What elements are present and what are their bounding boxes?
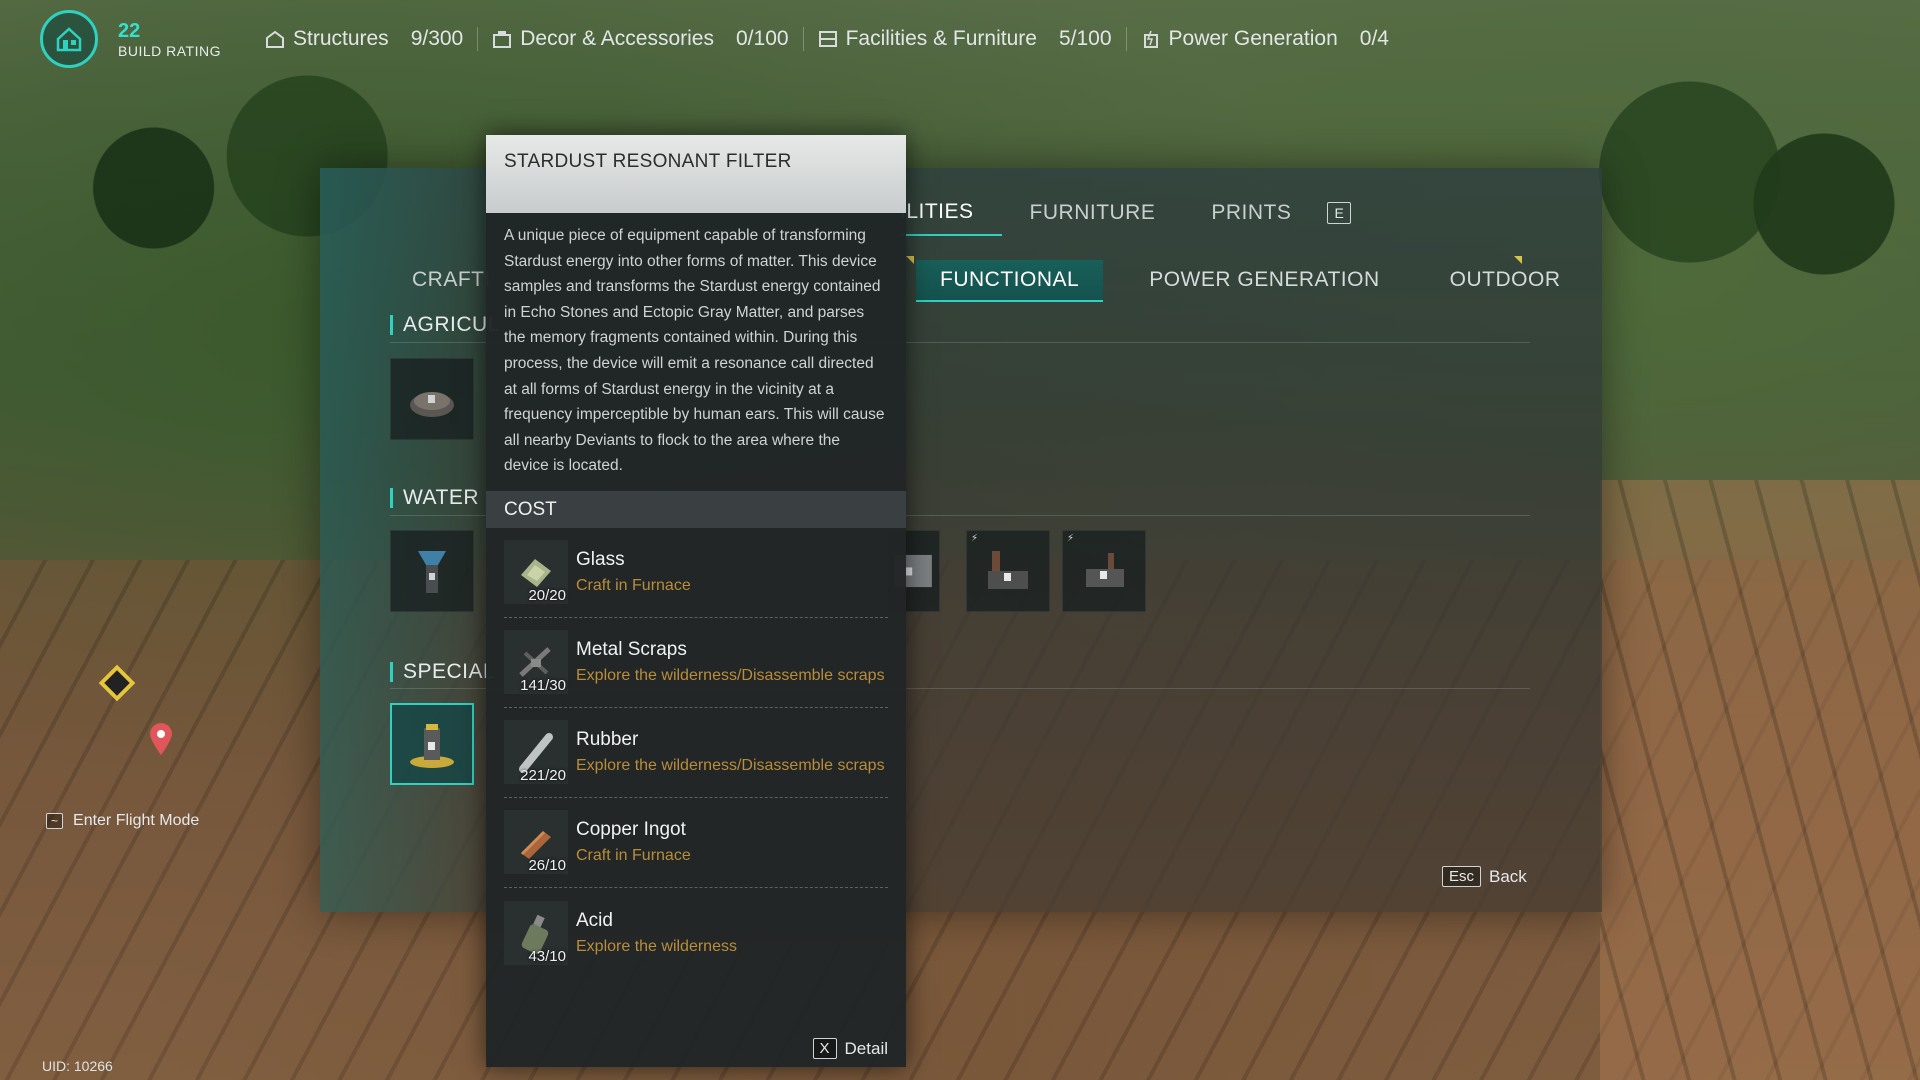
build-slot-water[interactable] — [390, 530, 474, 612]
cost-name: Rubber — [576, 729, 639, 751]
sub-tab-outdoor[interactable]: OUTDOOR — [1426, 260, 1585, 302]
cost-header: COST — [486, 490, 906, 528]
detail-label: Detail — [844, 1038, 888, 1058]
item-description: A unique piece of equipment capable of t… — [504, 227, 885, 475]
build-slot-facility[interactable]: ⚡ — [966, 530, 1050, 612]
category-special: SPECIAL — [390, 661, 495, 682]
cost-item: 20/20 Glass Craft in Furnace — [504, 528, 888, 618]
build-rating-label: BUILD RATING — [118, 42, 221, 59]
sub-tab-power-generation[interactable]: POWER GENERATION — [1125, 260, 1403, 302]
map-pin-icon — [150, 723, 172, 755]
stat-value: 0/100 — [736, 27, 789, 50]
stat-facilities: Facilities & Furniture 5/100 — [804, 27, 1127, 51]
stat-value: 9/300 — [410, 27, 464, 50]
cost-source: Explore the wilderness/Disassemble scrap… — [576, 667, 885, 685]
stat-value: 5/100 — [1058, 27, 1112, 50]
top-hud: 22 BUILD RATING Structures 9/300 Decor &… — [40, 10, 1403, 68]
build-rating-value: 22 — [118, 19, 141, 42]
sub-tab-functional[interactable]: FUNCTIONAL — [916, 260, 1104, 302]
sub-tab-crafting[interactable]: CRAFTI — [412, 268, 491, 292]
structure-icon — [265, 30, 284, 48]
flight-mode-hint[interactable]: ~ Enter Flight Mode — [46, 812, 199, 830]
workbench-icon — [1086, 553, 1124, 587]
glass-icon: 20/20 — [504, 540, 568, 605]
build-limits: Structures 9/300 Decor & Accessories 0/1… — [251, 27, 1403, 51]
acid-icon: 43/10 — [504, 900, 568, 965]
cost-count: 20/20 — [528, 587, 566, 605]
main-tabs: ILITIES FURNITURE PRINTS E — [900, 190, 1352, 236]
rubber-icon: 221/20 — [504, 720, 568, 785]
cost-source: Craft in Furnace — [576, 577, 691, 595]
flight-label: Enter Flight Mode — [73, 812, 200, 829]
metal-scraps-icon: 141/30 — [504, 630, 568, 695]
tab-prints[interactable]: PRINTS — [1183, 191, 1319, 235]
cost-source: Explore the wilderness/Disassemble scrap… — [576, 757, 885, 775]
new-marker-icon — [1514, 256, 1522, 264]
detail-key[interactable]: X — [812, 1038, 837, 1059]
power-bolt-icon: ⚡ — [1067, 533, 1075, 544]
cost-count: 141/30 — [520, 677, 566, 695]
cost-item: 26/10 Copper Ingot Craft in Furnace — [504, 798, 888, 888]
facilities-icon — [818, 31, 837, 47]
detail-hint[interactable]: X Detail — [812, 1038, 888, 1059]
cost-name: Copper Ingot — [576, 819, 686, 841]
power-icon — [1143, 30, 1158, 48]
copper-ingot-icon: 26/10 — [504, 810, 568, 875]
back-hint[interactable]: Esc Back — [1442, 866, 1527, 887]
cost-item: 43/10 Acid Explore the wilderness — [504, 888, 888, 978]
item-detail-tooltip: STARDUST RESONANT FILTER A unique piece … — [486, 135, 906, 1067]
cost-name: Metal Scraps — [576, 639, 687, 661]
cost-name: Glass — [576, 549, 625, 571]
cost-list: 20/20 Glass Craft in Furnace 141/30 Meta… — [486, 528, 906, 978]
next-tab-key-hint[interactable]: E — [1327, 202, 1352, 224]
stat-decor: Decor & Accessories 0/100 — [478, 27, 804, 51]
back-label: Back — [1489, 866, 1527, 886]
tab-furniture[interactable]: FURNITURE — [1002, 191, 1184, 235]
new-marker-icon — [906, 256, 914, 264]
player-uid: UID: 10266 — [42, 1058, 113, 1074]
category-agriculture: AGRICUL — [390, 314, 500, 335]
build-rating: 22 BUILD RATING — [118, 21, 221, 58]
category-water: WATER — [390, 487, 479, 508]
stat-label: Decor & Accessories — [520, 27, 714, 50]
stat-power: Power Generation 0/4 — [1127, 27, 1403, 51]
flight-key[interactable]: ~ — [46, 813, 64, 829]
cost-item: 221/20 Rubber Explore the wilderness/Dis… — [504, 708, 888, 798]
item-title: STARDUST RESONANT FILTER — [486, 135, 906, 213]
cost-count: 43/10 — [528, 947, 566, 965]
stat-label: Structures — [292, 27, 389, 50]
cost-count: 221/20 — [520, 767, 566, 785]
background-deck-right — [1600, 480, 1920, 1080]
stat-structures: Structures 9/300 — [251, 27, 479, 51]
cost-name: Acid — [576, 909, 613, 931]
cost-source: Explore the wilderness — [576, 937, 737, 955]
stat-label: Facilities & Furniture — [845, 27, 1037, 50]
power-bolt-icon: ⚡ — [971, 533, 979, 544]
tab-facilities[interactable]: ILITIES — [900, 190, 1002, 236]
stat-value: 0/4 — [1359, 27, 1389, 50]
base-home-icon[interactable] — [40, 10, 98, 68]
rock-planter-icon — [410, 392, 454, 417]
build-slot-stardust-resonant-filter[interactable] — [390, 703, 474, 785]
build-slot-facility[interactable]: ⚡ — [1062, 530, 1146, 612]
cost-item: 141/30 Metal Scraps Explore the wilderne… — [504, 618, 888, 708]
machine-icon — [988, 551, 1028, 589]
stat-label: Power Generation — [1168, 27, 1338, 50]
stardust-filter-icon — [410, 724, 454, 768]
esc-key[interactable]: Esc — [1442, 866, 1482, 887]
water-collector-icon — [418, 551, 446, 593]
sub-tabs: FUNCTIONAL POWER GENERATION OUTDOOR — [916, 260, 1584, 302]
cost-count: 26/10 — [528, 857, 566, 875]
build-slot-agriculture[interactable] — [390, 358, 474, 440]
cost-source: Craft in Furnace — [576, 847, 691, 865]
decor-icon — [493, 31, 512, 48]
